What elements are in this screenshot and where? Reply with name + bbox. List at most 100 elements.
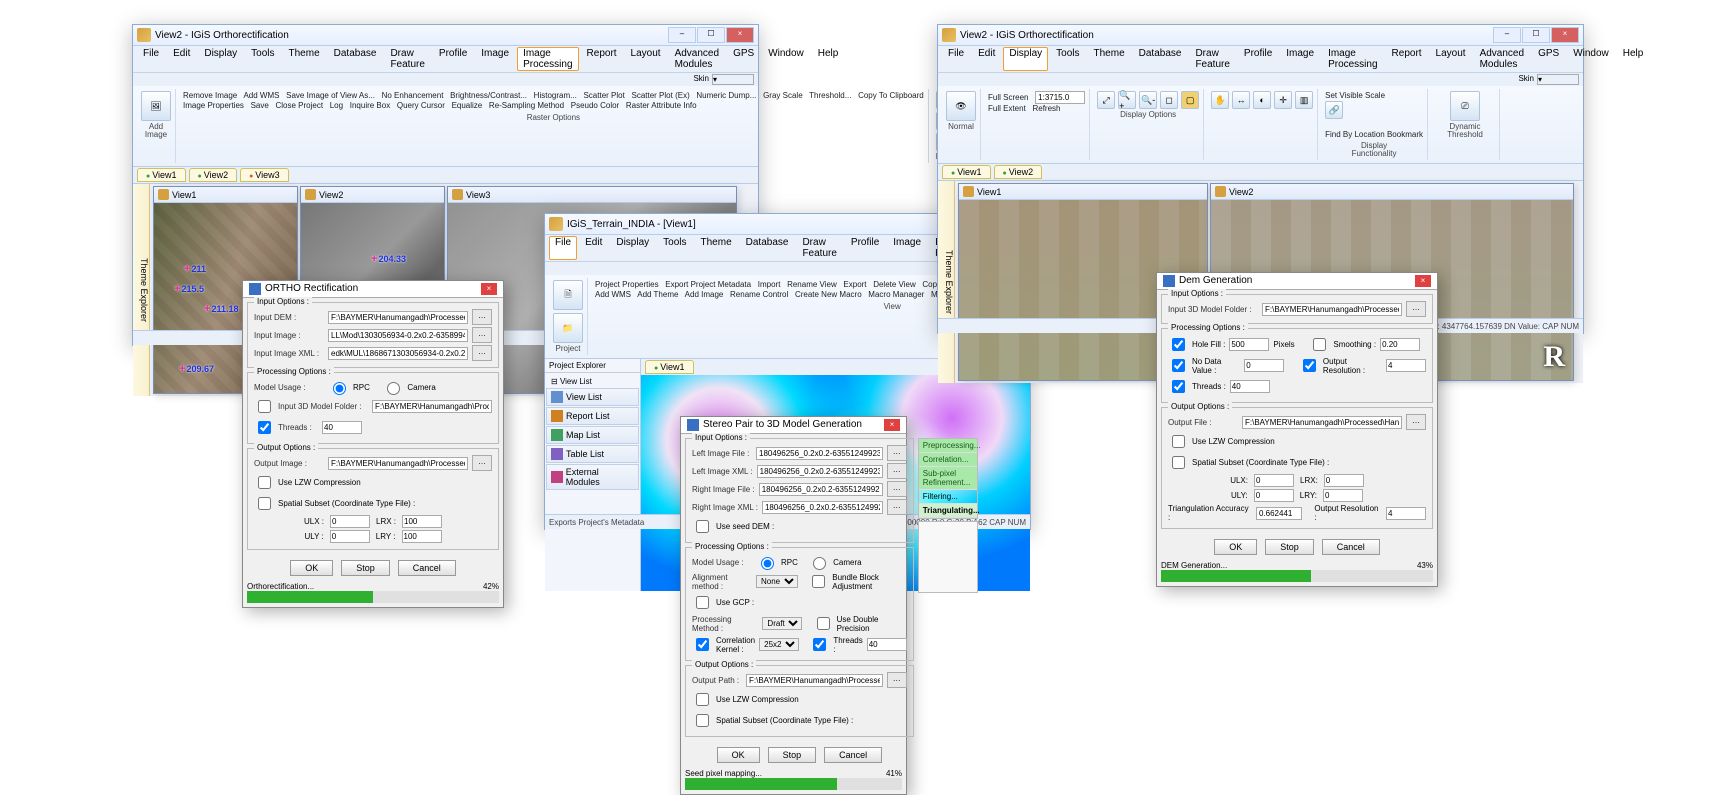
mask-icon[interactable]: ▥ — [1295, 91, 1313, 109]
menu-image-processing[interactable]: Image Processing — [517, 47, 578, 71]
browse-icon[interactable]: … — [1406, 414, 1426, 430]
stop-button[interactable]: Stop — [1265, 539, 1314, 555]
in-folder3[interactable] — [1262, 303, 1402, 316]
menu-gps[interactable]: GPS — [727, 47, 760, 71]
menu-draw-feature[interactable]: Draw Feature — [384, 47, 430, 71]
menu-profile[interactable]: Profile — [845, 236, 885, 260]
browse-icon[interactable]: … — [887, 481, 907, 497]
menu-layout[interactable]: Layout — [625, 47, 667, 71]
menu-advanced-modules[interactable]: Advanced Modules — [1474, 47, 1530, 71]
chk-lzw[interactable] — [258, 476, 271, 489]
menu-display[interactable]: Display — [198, 47, 243, 71]
chk-bba[interactable] — [812, 575, 825, 588]
chk-thr2[interactable] — [813, 638, 826, 651]
chk-sub[interactable] — [258, 497, 271, 510]
chk-seed[interactable] — [696, 520, 709, 533]
in-uly3[interactable] — [1254, 489, 1294, 502]
menu-file[interactable]: File — [137, 47, 165, 71]
cancel-button[interactable]: Cancel — [398, 560, 456, 576]
in-threads[interactable] — [322, 421, 362, 434]
menu-edit[interactable]: Edit — [579, 236, 608, 260]
tab-view2[interactable]: View2 — [994, 165, 1043, 179]
cross-icon[interactable]: ✛ — [1274, 91, 1292, 109]
menu-theme[interactable]: Theme — [283, 47, 326, 71]
dlg3-title[interactable]: Dem Generation× — [1157, 273, 1437, 290]
chk-outres[interactable] — [1303, 359, 1316, 372]
input-xml[interactable] — [328, 347, 468, 360]
dlg1-title[interactable]: ORTHO Rectification× — [243, 281, 503, 298]
menu-image[interactable]: Image — [1280, 47, 1320, 71]
sec-viewlist[interactable]: View List — [546, 388, 639, 406]
chk-hole[interactable] — [1172, 338, 1185, 351]
sec-extmod[interactable]: External Modules — [546, 464, 639, 490]
stop-button[interactable]: Stop — [768, 747, 817, 763]
btn-vscale[interactable]: Set Visible Scale — [1325, 91, 1385, 100]
btn-findloc[interactable]: Find By Location — [1325, 130, 1385, 139]
in-lry3[interactable] — [1323, 489, 1363, 502]
add-image-icon[interactable]: 🖼 — [141, 91, 171, 121]
btn-refresh[interactable]: Refresh — [1032, 104, 1060, 113]
chk-gcp[interactable] — [696, 596, 709, 609]
in-thr2[interactable] — [867, 638, 907, 651]
min-btn[interactable]: – — [668, 27, 696, 43]
in-smooth[interactable] — [1380, 338, 1420, 351]
chk-ck[interactable] — [696, 638, 709, 651]
in-uly[interactable] — [330, 530, 370, 543]
zoomin-icon[interactable]: 🔍+ — [1118, 91, 1136, 109]
menu-theme[interactable]: Theme — [1088, 47, 1131, 71]
ok-button[interactable]: OK — [290, 560, 333, 576]
chk-nodata[interactable] — [1172, 359, 1185, 372]
titlebar-w3[interactable]: View2 - IGiS Orthorectification –☐× — [938, 25, 1583, 46]
menu-theme[interactable]: Theme — [695, 236, 738, 260]
in-thr3[interactable] — [1230, 380, 1270, 393]
pan-icon[interactable]: ✋ — [1211, 91, 1229, 109]
browse-icon[interactable]: … — [887, 672, 907, 688]
radio-rpc[interactable] — [333, 382, 346, 395]
gcp-4[interactable]: 204.33 — [371, 253, 406, 265]
in-out[interactable] — [328, 457, 468, 470]
tab-view3[interactable]: View3 — [240, 168, 289, 182]
browse-icon[interactable]: … — [887, 445, 907, 461]
gcp-2[interactable]: 211.18 — [204, 303, 238, 315]
normal-icon[interactable]: 👁 — [946, 91, 976, 121]
menu-database[interactable]: Database — [328, 47, 383, 71]
zoombox-icon[interactable]: ▢ — [1181, 91, 1199, 109]
gcp-1[interactable]: 215.5 — [174, 283, 204, 295]
max-btn[interactable]: ☐ — [697, 27, 725, 43]
in-out3[interactable] — [1242, 416, 1402, 429]
menu-profile[interactable]: Profile — [1238, 47, 1278, 71]
menu-draw-feature[interactable]: Draw Feature — [1189, 47, 1235, 71]
sel-align[interactable]: None — [756, 575, 798, 588]
chk-thr3[interactable] — [1172, 380, 1185, 393]
ok-button[interactable]: OK — [717, 747, 760, 763]
fixzoom-icon[interactable]: ◻ — [1160, 91, 1178, 109]
menu-help[interactable]: Help — [1617, 47, 1650, 71]
menu-report[interactable]: Report — [581, 47, 623, 71]
menu-image[interactable]: Image — [887, 236, 927, 260]
dlg2-title[interactable]: Stereo Pair to 3D Model Generation× — [681, 417, 906, 434]
cancel-button[interactable]: Cancel — [1322, 539, 1380, 555]
chk-model[interactable] — [258, 400, 271, 413]
zoomout-icon[interactable]: 🔍- — [1139, 91, 1157, 109]
menu-database[interactable]: Database — [1133, 47, 1188, 71]
close-btn[interactable]: × — [1551, 27, 1579, 43]
chk-sub3[interactable] — [1172, 456, 1185, 469]
in-tri[interactable] — [1256, 507, 1302, 520]
tab-view1[interactable]: View1 — [942, 165, 991, 179]
btn-bm[interactable]: Bookmark — [1387, 130, 1423, 139]
menu-display[interactable]: Display — [610, 236, 655, 260]
chk-smooth[interactable] — [1313, 338, 1326, 351]
open-icon[interactable]: 📁 — [553, 313, 583, 343]
dynthresh-icon[interactable]: ⎚ — [1450, 91, 1480, 121]
r-rpc2[interactable] — [761, 557, 774, 570]
menu-window[interactable]: Window — [1567, 47, 1615, 71]
stop-button[interactable]: Stop — [341, 560, 390, 576]
sec-reportlist[interactable]: Report List — [546, 407, 639, 425]
chk-sub2[interactable] — [696, 714, 709, 727]
theme-explorer-vtab[interactable]: Theme Explorer — [938, 181, 955, 383]
skin-dropdown[interactable]: ▾ — [712, 74, 754, 85]
menu-file[interactable]: File — [942, 47, 970, 71]
sel-proc[interactable]: Draft — [762, 617, 802, 630]
menu-tools[interactable]: Tools — [1050, 47, 1085, 71]
menu-window[interactable]: Window — [762, 47, 810, 71]
